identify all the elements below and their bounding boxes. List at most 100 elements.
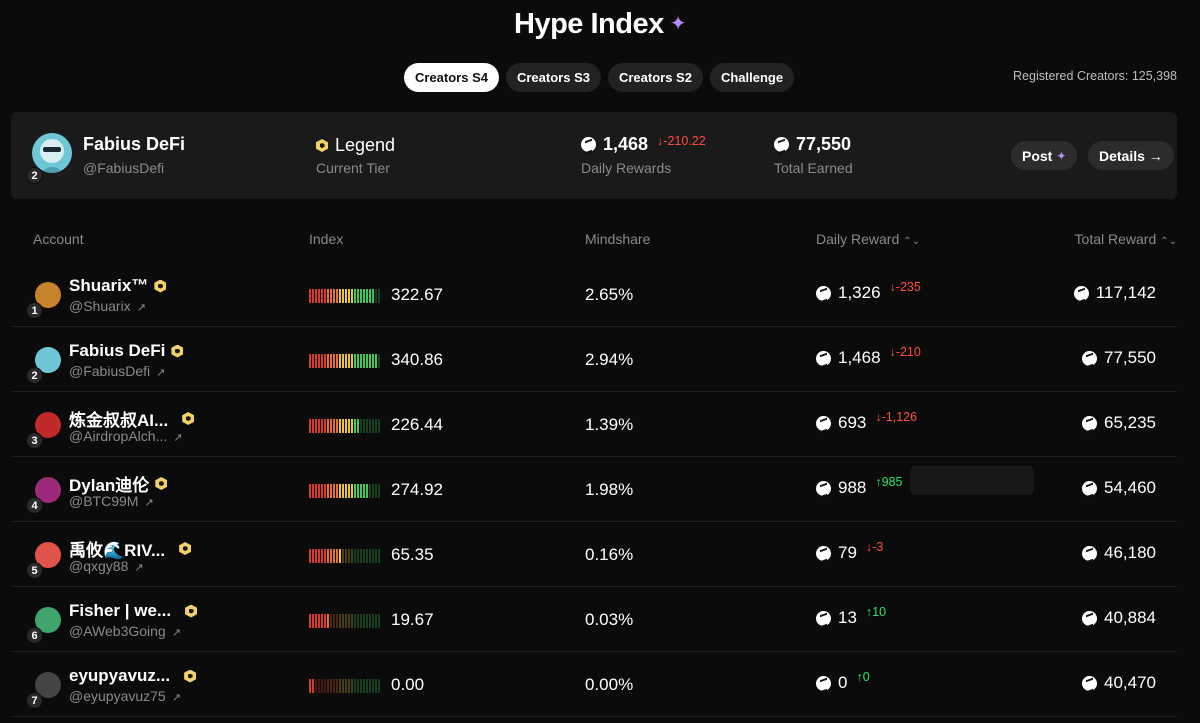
index-bar-segment [378, 679, 380, 693]
external-link-icon: ↗ [171, 627, 181, 639]
index-bar-segment [360, 289, 362, 303]
index-bar-segment [366, 289, 368, 303]
total-reward: 77,550 [1082, 348, 1156, 368]
tab-challenge[interactable]: Challenge [709, 63, 795, 92]
mindshare-value: 1.39% [585, 415, 634, 434]
index-bar-segment [336, 289, 338, 303]
coin-icon [1082, 415, 1097, 431]
index-bar-segment [378, 354, 380, 368]
total-earned-value: 77,550 [774, 134, 851, 155]
legend-badge-icon [185, 604, 198, 618]
coin-icon [1073, 285, 1089, 301]
index-value: 340.86 [391, 350, 443, 369]
table-row[interactable]: 3 炼金叔叔AI... @AirdropAlch... ↗ 226.44 1.39… [11, 392, 1177, 457]
index-bar-segment [330, 679, 332, 693]
account-name[interactable]: eyupyavuz... [69, 666, 197, 686]
index-bar-segment [357, 289, 359, 303]
account-name[interactable]: Fabius DeFi [69, 341, 184, 361]
index-bar-segment [348, 419, 350, 433]
account-name[interactable]: Fisher | we... [69, 601, 198, 621]
legend-badge-icon [155, 477, 168, 490]
index-bar-segment [351, 614, 353, 628]
index-bar-segment [309, 354, 311, 368]
header-index: Index [309, 231, 344, 247]
index-bar-segment [327, 289, 329, 303]
index-bar-segment [315, 549, 317, 563]
post-button[interactable]: Post ✦ [1011, 141, 1078, 170]
season-tabs: Creators S4 Creators S3 Creators S2 Chal… [404, 63, 795, 92]
index-bar-segment [363, 354, 365, 368]
table-row[interactable]: 1 Shuarix™ @Shuarix ↗ 322.67 2.65% 1,326 ↓… [11, 262, 1177, 327]
index-bar-segment [378, 549, 380, 563]
index-bar-segment [354, 614, 356, 628]
details-button[interactable]: Details → [1088, 141, 1174, 170]
profile-name: Fabius DeFi [83, 134, 186, 154]
index-bar-segment [342, 484, 344, 498]
table-row[interactable]: 5 禹攸🌊RIV... @qxgy88 ↗ 65.35 0.16% 79 ↓-3 4… [11, 522, 1177, 587]
index-bar-segment [375, 419, 377, 433]
index-bar-segment [312, 484, 314, 498]
external-link-icon: ↗ [136, 302, 146, 314]
index-bar-segment [345, 419, 347, 433]
index-bar-segment [321, 354, 323, 368]
header-mindshare: Mindshare [585, 231, 651, 247]
index-bar-segment [327, 549, 329, 563]
tab-creators-s2[interactable]: Creators S2 [607, 63, 703, 92]
index-bar-segment [357, 419, 359, 433]
daily-reward-delta: ↑10 [865, 605, 887, 619]
index-bar-segment [363, 289, 365, 303]
account-handle[interactable]: @qxgy88 ↗ [69, 558, 144, 574]
index-bar-segment [351, 289, 353, 303]
index-bar-segment [357, 354, 359, 368]
index-bar-segment [333, 679, 335, 693]
index-bar-segment [330, 354, 332, 368]
table-row[interactable]: 2 Fabius DeFi @FabiusDefi ↗ 340.86 2.94% … [11, 327, 1177, 392]
index-bar-segment [366, 419, 368, 433]
index-bar-segment [324, 549, 326, 563]
index-bar-segment [324, 484, 326, 498]
daily-reward-delta: ↓-235 [889, 280, 921, 294]
rank-badge: 1 [26, 302, 43, 319]
coin-icon [774, 137, 789, 152]
daily-reward-delta: ↓-3 [865, 540, 884, 554]
account-handle[interactable]: @Shuarix ↗ [69, 298, 146, 314]
account-handle[interactable]: @AWeb3Going ↗ [69, 623, 181, 639]
header-total-reward[interactable]: Total Reward ⌃⌄ [1075, 231, 1177, 247]
index-bar-segment [339, 549, 341, 563]
account-handle[interactable]: @AirdropAlch... ↗ [69, 428, 182, 444]
account-handle[interactable]: @FabiusDefi ↗ [69, 363, 165, 379]
account-name[interactable]: Shuarix™ [69, 276, 167, 296]
index-bar-segment [366, 549, 368, 563]
index-bar-segment [369, 354, 371, 368]
index-bar-segment [318, 484, 320, 498]
index-bar-segment [354, 289, 356, 303]
index-bar-segment [357, 614, 359, 628]
index-bar-segment [369, 419, 371, 433]
index-bar-segment [321, 679, 323, 693]
current-tier: Legend [316, 135, 395, 156]
index-bar-segment [324, 354, 326, 368]
tab-creators-s3[interactable]: Creators S3 [505, 63, 601, 92]
coin-icon [1082, 350, 1097, 366]
account-handle[interactable]: @BTC99M ↗ [69, 493, 154, 509]
account-handle[interactable]: @eyupyavuz75 ↗ [69, 688, 181, 704]
index-bar-segment [363, 484, 365, 498]
index-bar-segment [360, 484, 362, 498]
tier-label: Current Tier [316, 160, 390, 176]
table-row[interactable]: 7 eyupyavuz... @eyupyavuz75 ↗ 0.00 0.00% … [11, 652, 1177, 717]
rank-badge: 3 [26, 432, 43, 449]
index-bar-segment [375, 679, 377, 693]
index-bar-segment [375, 484, 377, 498]
index-bar-segment [336, 549, 338, 563]
total-reward: 46,180 [1082, 543, 1156, 563]
tab-creators-s4[interactable]: Creators S4 [404, 63, 499, 92]
index-bar-segment [342, 614, 344, 628]
index-bar-segment [378, 484, 380, 498]
index-bar-segment [357, 679, 359, 693]
table-row[interactable]: 6 Fisher | we... @AWeb3Going ↗ 19.67 0.03… [11, 587, 1177, 652]
index-bar-segment [351, 549, 353, 563]
index-bar-segment [339, 484, 341, 498]
header-daily-reward[interactable]: Daily Reward ⌃⌄ [816, 231, 920, 247]
index-bar-segment [333, 549, 335, 563]
mindshare-value: 0.16% [585, 545, 634, 564]
